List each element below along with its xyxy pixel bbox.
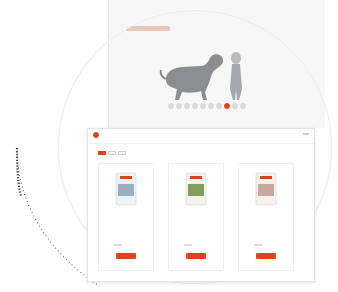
product-package-image[interactable] <box>255 172 277 206</box>
category-tabs <box>98 151 126 155</box>
shop-header <box>88 129 314 144</box>
tab-3[interactable] <box>118 151 126 155</box>
add-to-cart-button[interactable] <box>186 253 206 259</box>
product-grid <box>98 163 294 271</box>
product-price <box>254 244 262 246</box>
product-package-image[interactable] <box>185 172 207 206</box>
product-listing-card <box>87 128 315 282</box>
language-selector[interactable] <box>303 133 309 135</box>
product-package-image[interactable] <box>115 172 137 206</box>
product-card[interactable] <box>98 163 154 271</box>
add-to-cart-button[interactable] <box>256 253 276 259</box>
product-card[interactable] <box>168 163 224 271</box>
product-price <box>114 244 122 246</box>
product-price <box>184 244 192 246</box>
product-card[interactable] <box>238 163 294 271</box>
tab-1[interactable] <box>98 151 106 155</box>
brand-logo-icon[interactable] <box>93 132 99 138</box>
add-to-cart-button[interactable] <box>116 253 136 259</box>
tab-2[interactable] <box>108 151 116 155</box>
